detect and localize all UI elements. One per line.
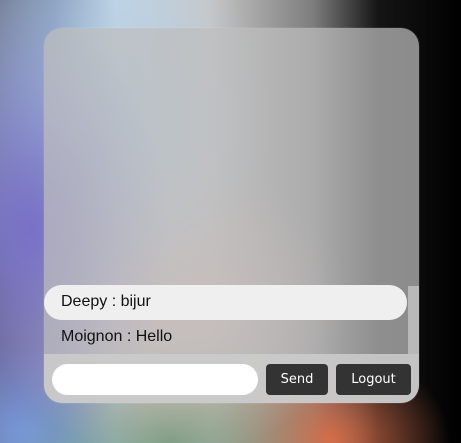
message-item: Moignon : Hello: [61, 328, 173, 345]
chat-window: Deepy : bijur Moignon : Hello Send Logou…: [44, 28, 419, 403]
message-item: Deepy : bijur: [44, 285, 407, 320]
message-composer: Send Logout: [44, 354, 419, 403]
logout-button[interactable]: Logout: [336, 364, 411, 395]
send-button[interactable]: Send: [266, 364, 328, 395]
message-list-scrollbar[interactable]: [408, 286, 419, 354]
message-list[interactable]: Deepy : bijur Moignon : Hello: [44, 28, 419, 354]
message-input[interactable]: [52, 364, 258, 395]
